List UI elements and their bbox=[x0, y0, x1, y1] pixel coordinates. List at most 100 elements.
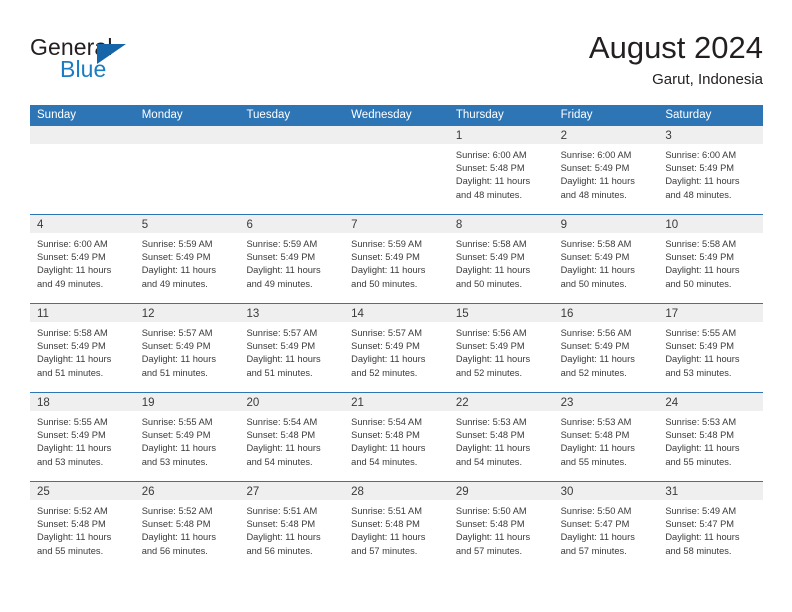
daylight-text-line1: Daylight: 11 hours bbox=[351, 443, 426, 454]
calendar-day-cell[interactable]: 20 Sunrise: 5:54 AM Sunset: 5:48 PM Dayl… bbox=[239, 393, 345, 481]
calendar-day-cell[interactable]: 5 Sunrise: 5:59 AM Sunset: 5:49 PM Dayli… bbox=[134, 215, 240, 303]
calendar-day-cell[interactable]: 4 Sunrise: 6:00 AM Sunset: 5:49 PM Dayli… bbox=[30, 215, 135, 303]
daylight-text-line2: and 51 minutes. bbox=[141, 367, 208, 378]
calendar-day-cell[interactable]: 18 Sunrise: 5:55 AM Sunset: 5:49 PM Dayl… bbox=[30, 393, 135, 481]
day-number: 21 bbox=[351, 397, 364, 409]
daylight-text-line2: and 48 minutes. bbox=[665, 189, 732, 200]
daylight-text-line2: and 50 minutes. bbox=[351, 278, 418, 289]
sunset-text: Sunset: 5:49 PM bbox=[141, 252, 211, 263]
calendar-day-cell[interactable]: 2 Sunrise: 6:00 AM Sunset: 5:49 PM Dayli… bbox=[553, 126, 659, 214]
daylight-text-line1: Daylight: 11 hours bbox=[560, 176, 635, 187]
calendar-day-cell[interactable]: 29 Sunrise: 5:50 AM Sunset: 5:48 PM Dayl… bbox=[448, 482, 554, 570]
sunset-text: Sunset: 5:48 PM bbox=[351, 519, 420, 530]
sunrise-text: Sunrise: 5:59 AM bbox=[351, 239, 422, 249]
sunset-text: Sunset: 5:48 PM bbox=[455, 163, 525, 174]
page-header: General Blue August 2024 Garut, Indonesi… bbox=[30, 30, 763, 92]
day-details: Sunrise: 5:58 AM Sunset: 5:49 PM Dayligh… bbox=[30, 322, 135, 380]
calendar-day-cell[interactable]: 7 Sunrise: 5:59 AM Sunset: 5:49 PM Dayli… bbox=[344, 215, 449, 303]
logo-text-blue: Blue bbox=[60, 56, 107, 82]
calendar-day-cell[interactable]: 24 Sunrise: 5:53 AM Sunset: 5:48 PM Dayl… bbox=[658, 393, 764, 481]
daylight-text-line1: Daylight: 11 hours bbox=[665, 443, 740, 454]
calendar-day-cell[interactable]: 6 Sunrise: 5:59 AM Sunset: 5:49 PM Dayli… bbox=[239, 215, 345, 303]
daylight-text-line1: Daylight: 11 hours bbox=[246, 532, 321, 543]
calendar-day-cell[interactable]: 12 Sunrise: 5:57 AM Sunset: 5:49 PM Dayl… bbox=[134, 304, 240, 392]
day-number: 7 bbox=[351, 219, 358, 231]
sunrise-text: Sunrise: 5:52 AM bbox=[141, 506, 213, 516]
daylight-text-line2: and 58 minutes. bbox=[665, 545, 732, 556]
daylight-text-line1: Daylight: 11 hours bbox=[351, 354, 426, 365]
day-number: 11 bbox=[37, 308, 49, 320]
calendar-day-cell[interactable]: 30 Sunrise: 5:50 AM Sunset: 5:47 PM Dayl… bbox=[553, 482, 659, 570]
calendar-day-cell[interactable]: 11 Sunrise: 5:58 AM Sunset: 5:49 PM Dayl… bbox=[30, 304, 135, 392]
day-number: 10 bbox=[665, 219, 679, 231]
sunset-text: Sunset: 5:48 PM bbox=[455, 519, 525, 530]
sunrise-text: Sunrise: 5:50 AM bbox=[455, 506, 527, 516]
sunset-text: Sunset: 5:49 PM bbox=[560, 252, 630, 263]
general-blue-logo[interactable]: General Blue bbox=[30, 34, 230, 92]
weekday-header-row: Sunday Monday Tuesday Wednesday Thursday… bbox=[30, 105, 763, 126]
sunrise-text: Sunrise: 5:58 AM bbox=[665, 239, 737, 249]
sunset-text: Sunset: 5:48 PM bbox=[455, 430, 525, 441]
calendar-week-row: 4 Sunrise: 6:00 AM Sunset: 5:49 PM Dayli… bbox=[30, 214, 764, 303]
calendar-day-cell[interactable]: 17 Sunrise: 5:55 AM Sunset: 5:49 PM Dayl… bbox=[658, 304, 764, 392]
daylight-text-line1: Daylight: 11 hours bbox=[351, 532, 426, 543]
day-number: 15 bbox=[455, 308, 469, 320]
calendar-week-row: 11 Sunrise: 5:58 AM Sunset: 5:49 PM Dayl… bbox=[30, 303, 764, 392]
daylight-text-line1: Daylight: 11 hours bbox=[37, 532, 112, 543]
calendar-day-cell[interactable]: 27 Sunrise: 5:51 AM Sunset: 5:48 PM Dayl… bbox=[239, 482, 345, 570]
daylight-text-line2: and 53 minutes. bbox=[141, 456, 208, 467]
sunrise-text: Sunrise: 5:54 AM bbox=[351, 417, 422, 427]
calendar-day-cell[interactable]: 14 Sunrise: 5:57 AM Sunset: 5:49 PM Dayl… bbox=[344, 304, 449, 392]
day-details: Sunrise: 5:57 AM Sunset: 5:49 PM Dayligh… bbox=[135, 322, 240, 380]
day-number: 24 bbox=[665, 397, 679, 409]
day-details: Sunrise: 5:59 AM Sunset: 5:49 PM Dayligh… bbox=[135, 233, 240, 291]
calendar-day-cell[interactable]: 28 Sunrise: 5:51 AM Sunset: 5:48 PM Dayl… bbox=[344, 482, 449, 570]
calendar-day-cell[interactable]: 15 Sunrise: 5:56 AM Sunset: 5:49 PM Dayl… bbox=[448, 304, 554, 392]
calendar-day-cell[interactable]: 9 Sunrise: 5:58 AM Sunset: 5:49 PM Dayli… bbox=[553, 215, 659, 303]
sunrise-text: Sunrise: 5:56 AM bbox=[560, 328, 632, 338]
day-details: Sunrise: 6:00 AM Sunset: 5:49 PM Dayligh… bbox=[554, 144, 659, 202]
day-number: 13 bbox=[246, 308, 260, 320]
calendar-day-cell[interactable]: 8 Sunrise: 5:58 AM Sunset: 5:49 PM Dayli… bbox=[448, 215, 554, 303]
sunset-text: Sunset: 5:49 PM bbox=[351, 341, 420, 352]
calendar-day-cell[interactable]: 13 Sunrise: 5:57 AM Sunset: 5:49 PM Dayl… bbox=[239, 304, 345, 392]
calendar-day-cell[interactable]: 16 Sunrise: 5:56 AM Sunset: 5:49 PM Dayl… bbox=[553, 304, 659, 392]
sunset-text: Sunset: 5:48 PM bbox=[246, 519, 316, 530]
sunset-text: Sunset: 5:49 PM bbox=[141, 430, 211, 441]
daylight-text-line1: Daylight: 11 hours bbox=[141, 354, 216, 365]
daylight-text-line1: Daylight: 11 hours bbox=[455, 532, 531, 543]
calendar-day-cell[interactable]: 10 Sunrise: 5:58 AM Sunset: 5:49 PM Dayl… bbox=[658, 215, 764, 303]
weekday-header-sunday: Sunday bbox=[37, 109, 77, 121]
calendar-day-cell[interactable]: 21 Sunrise: 5:54 AM Sunset: 5:48 PM Dayl… bbox=[344, 393, 449, 481]
daylight-text-line2: and 52 minutes. bbox=[455, 367, 523, 378]
day-number: 12 bbox=[141, 308, 155, 320]
daylight-text-line2: and 51 minutes. bbox=[37, 367, 104, 378]
calendar-day-cell[interactable]: 1 Sunrise: 6:00 AM Sunset: 5:48 PM Dayli… bbox=[448, 126, 554, 214]
day-details: Sunrise: 5:55 AM Sunset: 5:49 PM Dayligh… bbox=[30, 411, 135, 469]
sunrise-text: Sunrise: 5:55 AM bbox=[141, 417, 213, 427]
calendar-day-cell[interactable]: 22 Sunrise: 5:53 AM Sunset: 5:48 PM Dayl… bbox=[448, 393, 554, 481]
calendar-day-cell[interactable]: 3 Sunrise: 6:00 AM Sunset: 5:49 PM Dayli… bbox=[658, 126, 764, 214]
calendar-day-cell[interactable]: 31 Sunrise: 5:49 AM Sunset: 5:47 PM Dayl… bbox=[658, 482, 764, 570]
day-details: Sunrise: 5:56 AM Sunset: 5:49 PM Dayligh… bbox=[554, 322, 659, 380]
day-number: 5 bbox=[141, 219, 149, 231]
calendar-day-cell[interactable]: 25 Sunrise: 5:52 AM Sunset: 5:48 PM Dayl… bbox=[30, 482, 135, 570]
daylight-text-line2: and 50 minutes. bbox=[455, 278, 523, 289]
sunset-text: Sunset: 5:48 PM bbox=[665, 430, 735, 441]
sunrise-text: Sunrise: 5:50 AM bbox=[560, 506, 632, 516]
calendar-day-cell[interactable]: 19 Sunrise: 5:55 AM Sunset: 5:49 PM Dayl… bbox=[134, 393, 240, 481]
calendar-day-cell[interactable]: 23 Sunrise: 5:53 AM Sunset: 5:48 PM Dayl… bbox=[553, 393, 659, 481]
calendar-day-cell[interactable]: 26 Sunrise: 5:52 AM Sunset: 5:48 PM Dayl… bbox=[134, 482, 240, 570]
day-number: 20 bbox=[246, 397, 260, 409]
sunrise-text: Sunrise: 5:57 AM bbox=[246, 328, 318, 338]
calendar-day-cell bbox=[239, 126, 345, 214]
daylight-text-line1: Daylight: 11 hours bbox=[665, 176, 740, 187]
day-details: Sunrise: 5:56 AM Sunset: 5:49 PM Dayligh… bbox=[449, 322, 554, 380]
sunrise-text: Sunrise: 5:53 AM bbox=[455, 417, 527, 427]
day-details: Sunrise: 5:58 AM Sunset: 5:49 PM Dayligh… bbox=[449, 233, 554, 291]
day-number: 4 bbox=[37, 219, 44, 231]
day-details bbox=[344, 144, 449, 149]
day-details bbox=[239, 144, 344, 149]
weekday-header-thursday: Thursday bbox=[455, 109, 504, 121]
day-number: 9 bbox=[560, 219, 567, 231]
